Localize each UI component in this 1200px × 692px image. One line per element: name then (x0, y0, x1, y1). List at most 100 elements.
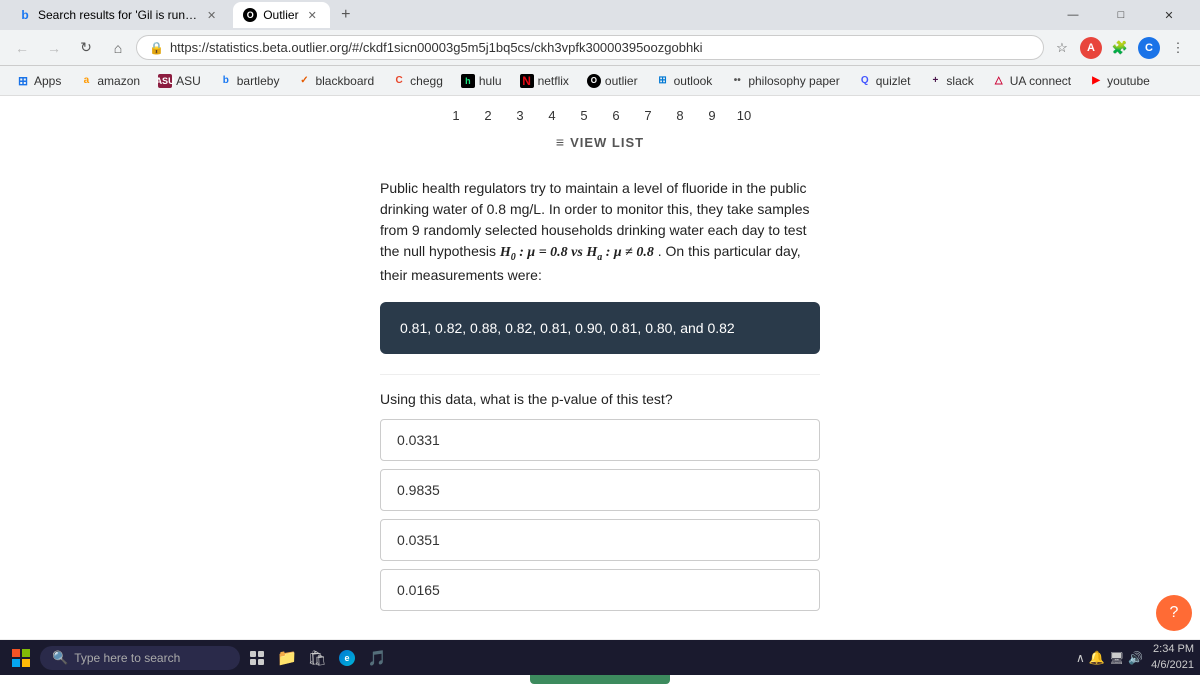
slack-icon: + (928, 74, 942, 88)
maximize-button[interactable]: □ (1098, 0, 1144, 30)
notification-icon[interactable]: 🔔 (1089, 650, 1105, 666)
page-num-5[interactable]: 5 (571, 102, 597, 128)
tab-search[interactable]: b Search results for 'Gil is running ✕ (8, 2, 229, 28)
tab-outlier-label: Outlier (263, 8, 298, 22)
bookmark-ua-connect[interactable]: △ UA connect (984, 71, 1079, 91)
network-icon[interactable]: 🖥 (1109, 651, 1124, 665)
bookmark-chegg[interactable]: C chegg (384, 71, 451, 91)
apps-icon: ⊞ (16, 74, 30, 88)
tab-outlier[interactable]: O Outlier ✕ (233, 2, 330, 28)
bookmark-ua-connect-label: UA connect (1010, 74, 1071, 88)
bookmark-outlier-label: outlier (605, 74, 638, 88)
start-button[interactable] (6, 643, 36, 673)
bookmark-outlook[interactable]: ⊞ outlook (648, 71, 721, 91)
bookmark-slack[interactable]: + slack (920, 71, 981, 91)
taskbar-search-bar[interactable]: 🔍 Type here to search (40, 646, 240, 670)
speaker-icon[interactable]: 🔊 (1128, 651, 1143, 665)
music-button[interactable]: 🎵 (364, 645, 390, 671)
page-num-1[interactable]: 1 (443, 102, 469, 128)
bookmark-bartleby[interactable]: b bartleby (211, 71, 288, 91)
philosophy-icon: •• (730, 74, 744, 88)
bookmark-outlook-label: outlook (674, 74, 713, 88)
bookmark-netflix[interactable]: N netflix (512, 71, 577, 91)
question-text: Public health regulators try to maintain… (380, 178, 820, 286)
page-num-6[interactable]: 6 (603, 102, 629, 128)
outlook-icon: ⊞ (656, 74, 670, 88)
profile-c-icon[interactable]: C (1138, 37, 1160, 59)
page-num-9[interactable]: 9 (699, 102, 725, 128)
taskbar-search-text: Type here to search (74, 651, 180, 665)
view-list-section[interactable]: ≡ VIEW LIST (0, 132, 1200, 158)
menu-icon[interactable]: ⋮ (1164, 34, 1192, 62)
blackboard-icon: ✓ (297, 74, 311, 88)
taskbar-search-icon: 🔍 (52, 650, 68, 666)
taskview-icon (249, 650, 265, 666)
bookmark-youtube[interactable]: ▶ youtube (1081, 71, 1158, 91)
page-num-7[interactable]: 7 (635, 102, 661, 128)
bookmark-quizlet-label: quizlet (876, 74, 911, 88)
bookmark-quizlet[interactable]: Q quizlet (850, 71, 919, 91)
quizlet-icon: Q (858, 74, 872, 88)
url-bar[interactable]: 🔒 https://statistics.beta.outlier.org/#/… (136, 35, 1044, 60)
question-area: Public health regulators try to maintain… (370, 158, 830, 639)
extension-icon[interactable]: 🧩 (1106, 34, 1134, 62)
bookmark-philosophy[interactable]: •• philosophy paper (722, 71, 847, 91)
question-nav-bar: 1 2 3 4 5 6 7 8 9 10 (0, 96, 1200, 132)
edge-button[interactable]: e (334, 645, 360, 671)
page-num-4[interactable]: 4 (539, 102, 565, 128)
bookmark-blackboard-label: blackboard (315, 74, 374, 88)
profile-a-icon[interactable]: A (1080, 37, 1102, 59)
page-num-10[interactable]: 10 (731, 102, 757, 128)
bookmark-blackboard[interactable]: ✓ blackboard (289, 71, 382, 91)
tab-search-close[interactable]: ✕ (204, 8, 219, 23)
help-button[interactable]: ? (1156, 595, 1192, 631)
data-values: 0.81, 0.82, 0.88, 0.82, 0.81, 0.90, 0.81… (400, 320, 735, 336)
bookmark-philosophy-label: philosophy paper (748, 74, 839, 88)
bookmark-asu[interactable]: ASU ASU (150, 71, 209, 91)
back-button[interactable]: ← (8, 34, 36, 62)
taskbar-icons: 📁 🛍 e 🎵 (244, 645, 390, 671)
taskbar-clock[interactable]: 2:34 PM 4/6/2021 (1151, 642, 1194, 673)
bookmark-outlier[interactable]: O outlier (579, 71, 646, 91)
store-button[interactable]: 🛍 (304, 645, 330, 671)
taskview-button[interactable] (244, 645, 270, 671)
bookmarks-bar: ⊞ Apps a amazon ASU ASU b bartleby ✓ bla… (0, 66, 1200, 96)
answer-option-4[interactable]: 0.0165 (380, 569, 820, 611)
answer-option-3[interactable]: 0.0351 (380, 519, 820, 561)
bookmark-amazon[interactable]: a amazon (71, 71, 148, 91)
tab-outlier-close[interactable]: ✕ (305, 8, 320, 23)
minimize-button[interactable]: — (1050, 0, 1096, 30)
chegg-icon: C (392, 74, 406, 88)
home-button[interactable]: ⌂ (104, 34, 132, 62)
taskbar-right: ∧ 🔔 🖥 🔊 2:34 PM 4/6/2021 (1076, 642, 1194, 673)
new-tab-button[interactable]: + (334, 3, 358, 27)
chevron-up-icon[interactable]: ∧ (1076, 651, 1085, 665)
forward-button[interactable]: → (40, 34, 68, 62)
bookmark-apps[interactable]: ⊞ Apps (8, 71, 69, 91)
page-num-3[interactable]: 3 (507, 102, 533, 128)
answer-option-2[interactable]: 0.9835 (380, 469, 820, 511)
hulu-icon: h (461, 74, 475, 88)
answer-option-1[interactable]: 0.0331 (380, 419, 820, 461)
page-num-2[interactable]: 2 (475, 102, 501, 128)
tab-search-icon: b (18, 8, 32, 22)
close-button[interactable]: ✕ (1146, 0, 1192, 30)
file-explorer-button[interactable]: 📁 (274, 645, 300, 671)
youtube-icon: ▶ (1089, 74, 1103, 88)
outlier-bm-icon: O (587, 74, 601, 88)
bartleby-icon: b (219, 74, 233, 88)
bookmark-star-icon[interactable]: ☆ (1048, 34, 1076, 62)
bookmark-hulu[interactable]: h hulu (453, 71, 510, 91)
date-display: 4/6/2021 (1151, 658, 1194, 673)
window-controls: — □ ✕ (1050, 0, 1192, 30)
amazon-icon: a (79, 74, 93, 88)
bookmark-chegg-label: chegg (410, 74, 443, 88)
page-num-8[interactable]: 8 (667, 102, 693, 128)
tab-outlier-icon: O (243, 8, 257, 22)
bookmark-slack-label: slack (946, 74, 973, 88)
reload-button[interactable]: ↻ (72, 34, 100, 62)
sub-question-text: Using this data, what is the p-value of … (380, 391, 820, 407)
lock-icon: 🔒 (149, 41, 164, 55)
bookmark-netflix-label: netflix (538, 74, 569, 88)
tab-search-label: Search results for 'Gil is running (38, 8, 198, 22)
